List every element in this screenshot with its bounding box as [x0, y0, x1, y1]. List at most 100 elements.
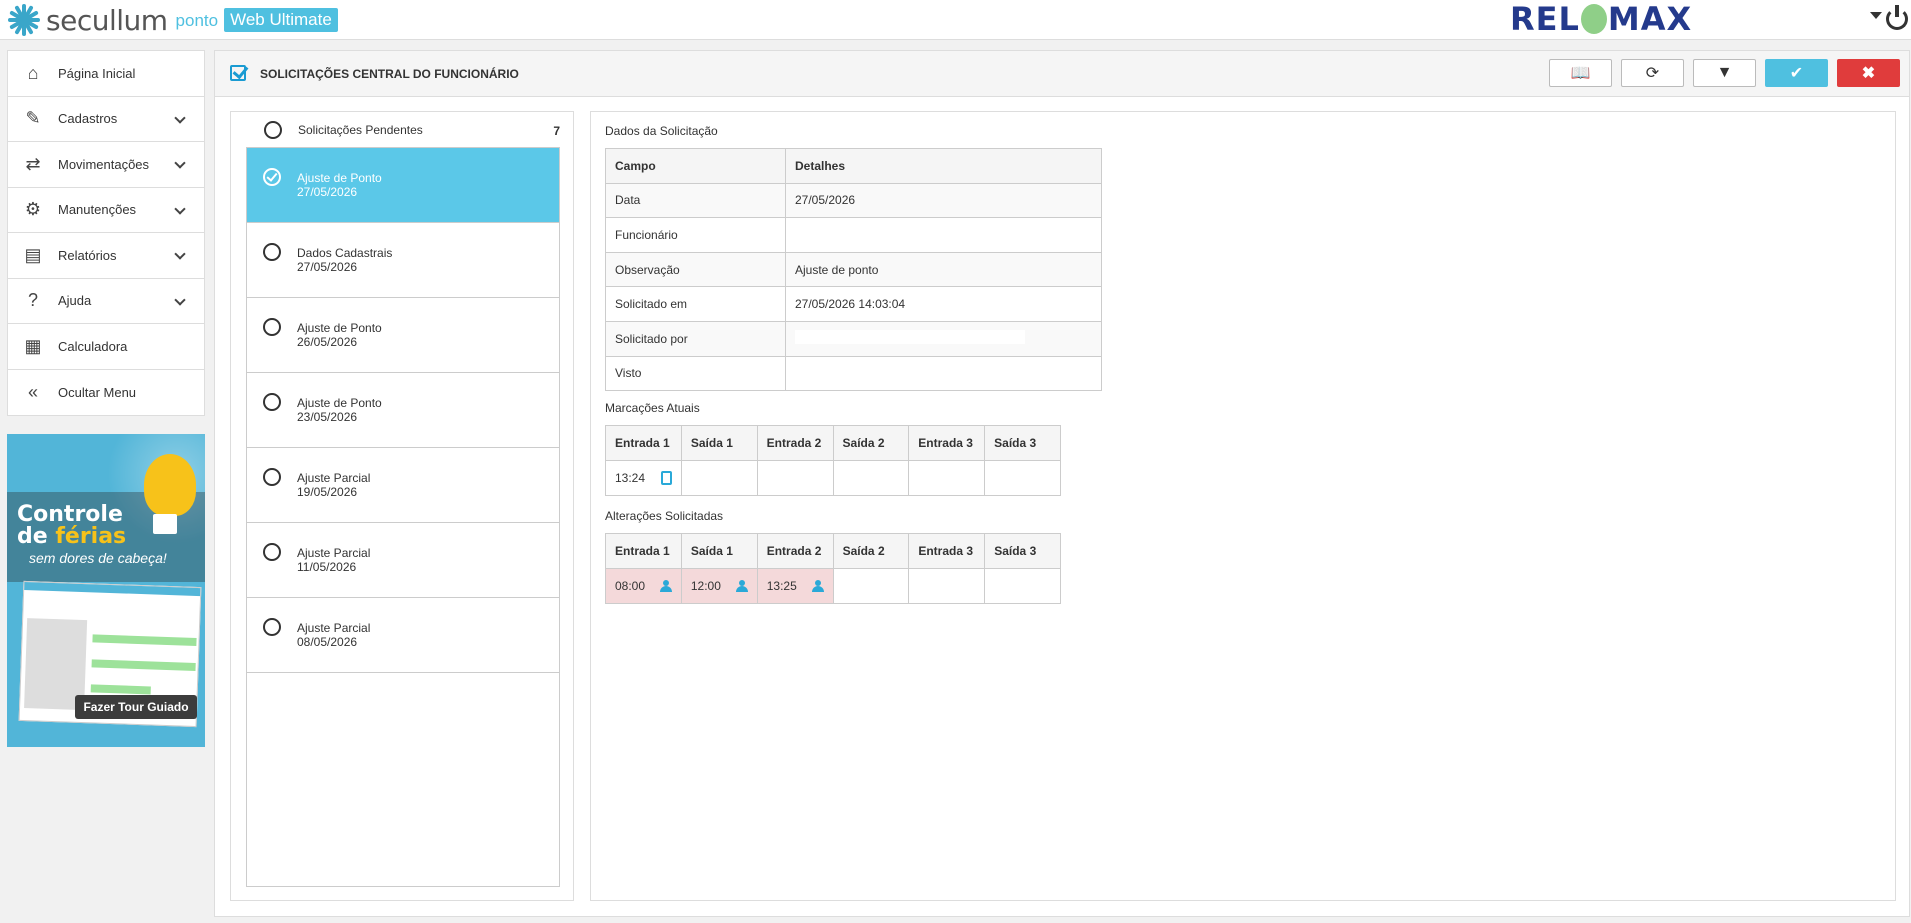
list-item[interactable]: Ajuste de Ponto 27/05/2026 — [247, 148, 559, 223]
logo-badge: Web Ultimate — [224, 8, 338, 32]
time-cell — [680, 460, 758, 496]
user-menu-caret-icon[interactable] — [1870, 12, 1882, 19]
list-item[interactable]: Ajuste Parcial 08/05/2026 — [247, 598, 559, 673]
retweet-icon: ⇄ — [25, 153, 41, 174]
approve-button[interactable]: ✔ — [1765, 59, 1828, 87]
gear-icon: ⚙ — [24, 199, 42, 220]
value-cell: 27/05/2026 14:03:04 — [785, 286, 1102, 322]
sidebar-item-movimentacoes[interactable]: ⇄ Movimentações — [8, 142, 204, 188]
time-value: 12:00 — [690, 579, 721, 593]
marcacoes-title: Marcações Atuais — [605, 401, 700, 415]
refresh-button[interactable]: ⟳ — [1621, 59, 1684, 87]
promo-title-line2: de férias — [17, 524, 126, 549]
radio[interactable] — [263, 543, 281, 561]
details-table: Campo Detalhes Data 27/05/2026 Funcionár… — [605, 148, 1102, 392]
sidebar-menu: ⌂ Página Inicial ✎ Cadastros ⇄ Movimenta… — [7, 50, 205, 416]
request-title: Ajuste Parcial — [297, 621, 371, 635]
power-icon[interactable] — [1886, 5, 1908, 30]
radio[interactable] — [263, 243, 281, 261]
list-item[interactable]: Dados Cadastrais 27/05/2026 — [247, 223, 559, 298]
table-row: Data 27/05/2026 — [605, 182, 1102, 219]
page-header: SOLICITAÇÕES CENTRAL DO FUNCIONÁRIO 📖 ⟳ … — [215, 51, 1909, 97]
select-all-radio[interactable] — [264, 121, 282, 139]
filter-icon: ▼ — [1716, 64, 1733, 81]
sidebar-item-relatorios[interactable]: ▤ Relatórios — [8, 233, 204, 279]
column-header: Saída 2 — [832, 533, 910, 569]
column-header: Saída 1 — [680, 425, 758, 461]
radio[interactable] — [263, 618, 281, 636]
sidebar-item-ocultar-menu[interactable]: « Ocultar Menu — [8, 370, 204, 416]
sidebar-item-manutencoes[interactable]: ⚙ Manutenções — [8, 188, 204, 233]
redacted-value — [795, 330, 1025, 345]
chevron-down-icon — [174, 293, 186, 306]
tour-button[interactable]: Fazer Tour Guiado — [75, 695, 197, 719]
time-cell: 12:00 — [680, 568, 758, 604]
sidebar: ⌂ Página Inicial ✎ Cadastros ⇄ Movimenta… — [7, 50, 205, 747]
chevron-down-icon — [174, 248, 186, 260]
column-header: Saída 2 — [832, 425, 910, 461]
redacted-value — [795, 226, 981, 241]
lightbulb-base — [153, 514, 177, 534]
alteracoes-title: Alterações Solicitadas — [605, 509, 724, 523]
request-title: Ajuste de Ponto — [297, 171, 382, 185]
value-cell — [785, 355, 1102, 392]
radio[interactable] — [263, 468, 281, 486]
column-header: Campo — [605, 148, 786, 184]
company-logo: REL MAX — [1510, 0, 1692, 38]
table-row: 13:24 — [605, 460, 1061, 496]
sidebar-item-ajuda[interactable]: ? Ajuda — [8, 279, 204, 324]
promo-banner[interactable]: Controle de férias sem dores de cabeça! … — [7, 434, 205, 747]
request-title: Ajuste Parcial — [297, 471, 371, 485]
request-title: Dados Cadastrais — [297, 246, 393, 260]
table-row: Solicitado em 27/05/2026 14:03:04 — [605, 286, 1102, 322]
radio[interactable] — [263, 393, 281, 411]
list-item[interactable]: Ajuste de Ponto 26/05/2026 — [247, 298, 559, 373]
time-cell — [984, 460, 1061, 496]
request-date: 19/05/2026 — [297, 485, 358, 499]
time-cell — [832, 568, 910, 604]
reject-button[interactable]: ✖ — [1837, 59, 1900, 87]
brand-right: MAX — [1607, 0, 1693, 38]
marcacoes-table: Entrada 1 Saída 1 Entrada 2 Saída 2 Entr… — [605, 425, 1061, 496]
field-cell: Observação — [605, 251, 786, 288]
column-header: Entrada 2 — [756, 533, 834, 569]
list-item[interactable]: Ajuste Parcial 11/05/2026 — [247, 523, 559, 598]
sidebar-item-label: Página Inicial — [58, 65, 136, 81]
filter-button[interactable]: ▼ — [1693, 59, 1756, 87]
radio[interactable] — [263, 318, 281, 336]
list-item[interactable]: Ajuste Parcial 19/05/2026 — [247, 448, 559, 523]
field-cell: Funcionário — [605, 217, 786, 253]
sidebar-item-pagina-inicial[interactable]: ⌂ Página Inicial — [8, 51, 204, 97]
time-value: 13:24 — [615, 471, 646, 485]
sidebar-item-label: Relatórios — [58, 247, 117, 263]
sidebar-item-calculadora[interactable]: ▦ Calculadora — [8, 324, 204, 370]
sidebar-item-label: Movimentações — [58, 156, 150, 172]
lightbulb-icon — [144, 454, 196, 516]
field-cell: Solicitado por — [605, 320, 786, 357]
user-icon — [735, 580, 748, 592]
selected-radio[interactable] — [263, 168, 281, 186]
list-item[interactable]: Ajuste de Ponto 23/05/2026 — [247, 373, 559, 448]
request-title: Ajuste Parcial — [297, 546, 371, 560]
table-row: Solicitado por — [605, 320, 1102, 357]
pending-count: 7 — [553, 124, 560, 138]
mobile-device-icon — [660, 471, 672, 485]
question-icon: ? — [27, 290, 38, 311]
sidebar-item-label: Calculadora — [58, 338, 128, 354]
promo-title-ferias: férias — [55, 524, 127, 549]
time-cell — [756, 460, 834, 496]
request-date: 11/05/2026 — [297, 560, 357, 574]
value-cell — [785, 320, 1102, 357]
time-cell — [832, 460, 910, 496]
time-cell: 13:25 — [756, 568, 834, 604]
pending-requests-header[interactable]: Solicitações Pendentes 7 — [246, 112, 560, 148]
fingerprint-icon — [1580, 4, 1607, 34]
table-header-row: Campo Detalhes — [605, 148, 1102, 184]
column-header: Entrada 2 — [756, 425, 834, 461]
app-logo[interactable]: secullum ponto Web Ultimate — [6, 2, 338, 38]
home-icon: ⌂ — [27, 62, 39, 83]
book-button[interactable]: 📖 — [1549, 59, 1612, 87]
sidebar-item-cadastros[interactable]: ✎ Cadastros — [8, 97, 204, 142]
column-header: Detalhes — [785, 148, 1102, 184]
chevron-down-icon — [174, 157, 186, 169]
